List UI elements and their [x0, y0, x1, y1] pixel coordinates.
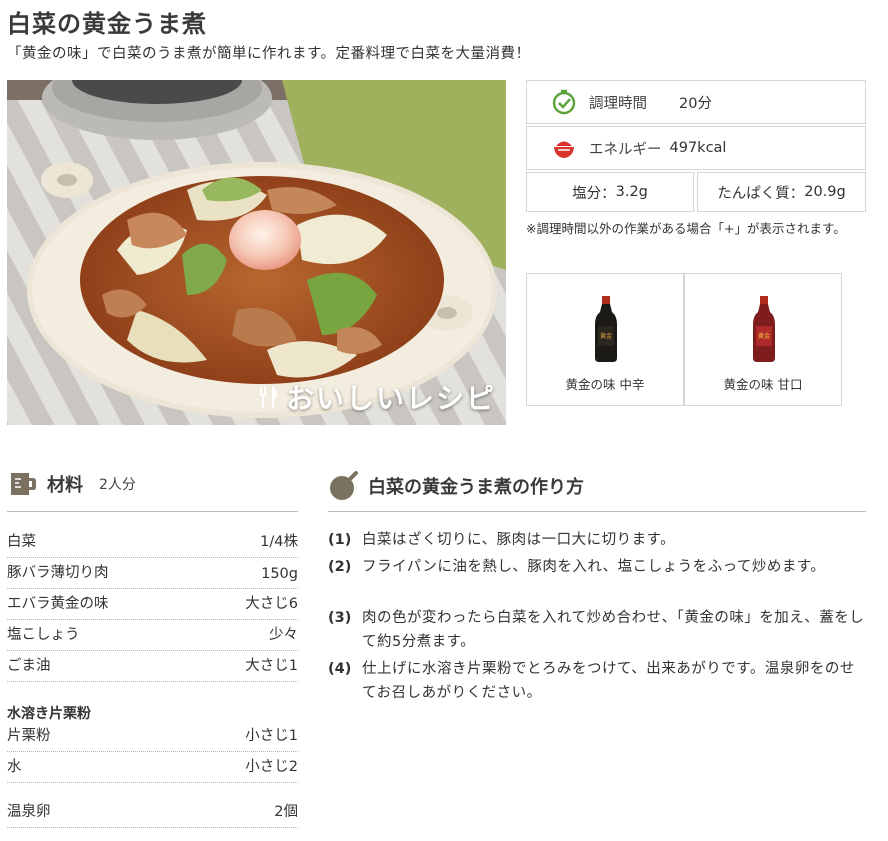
photo-brand-watermark: おいしいレシピ — [258, 377, 496, 417]
step-text: 白菜はざく切りに、豚肉は一口大に切ります。 — [362, 532, 676, 548]
ingredient-amount: 少々 — [269, 627, 298, 643]
product-card-chukara[interactable]: 黄金 黄金の味 中辛 — [526, 273, 684, 406]
ingredient-name: 温泉卵 — [7, 804, 51, 820]
ingredient-row: 白菜 1/4株 — [7, 527, 298, 558]
step-number: (1) — [328, 532, 352, 548]
steps-header: 白菜の黄金うま煮の作り方 — [328, 471, 584, 501]
energy-box: エネルギー 497kcal — [526, 126, 866, 170]
ingredients-header: 材料 2人分 — [7, 471, 136, 497]
product-card-amakuchi[interactable]: 黄金 黄金の味 甘口 — [684, 273, 842, 406]
measuring-cup-icon — [11, 473, 36, 495]
ingredient-amount: 1/4株 — [260, 534, 298, 550]
steps-divider — [328, 511, 866, 512]
ingredients-title: 材料 — [47, 475, 83, 496]
cooking-time-note: ※調理時間以外の作業がある場合「+」が表示されます。 — [526, 221, 846, 236]
ingredient-name: 片栗粉 — [7, 728, 51, 744]
ingredient-name: ごま油 — [7, 658, 51, 674]
energy-label: エネルギー — [589, 141, 662, 158]
fork-knife-icon — [259, 386, 277, 408]
svg-text:黄金: 黄金 — [758, 332, 770, 340]
ingredient-name: エバラ黄金の味 — [7, 596, 109, 612]
ingredient-amount: 小さじ1 — [245, 728, 298, 744]
timer-icon — [552, 89, 576, 115]
ingredient-row: 豚バラ薄切り肉 150g — [7, 558, 298, 589]
ingredient-amount: 大さじ1 — [245, 658, 298, 674]
salt-value: 3.2g — [615, 184, 648, 200]
sauce-bottle-red-icon: 黄金 — [753, 296, 775, 362]
ingredient-row: ごま油 大さじ1 — [7, 651, 298, 682]
ingredient-name: 白菜 — [7, 534, 36, 550]
step-item: (1) 白菜はざく切りに、豚肉は一口大に切ります。 — [328, 528, 868, 552]
cooking-time-label: 調理時間 — [589, 95, 647, 112]
sauce-bottle-black-icon: 黄金 — [595, 296, 617, 362]
step-text: 仕上げに水溶き片栗粉でとろみをつけて、出来あがりです。温泉卵をのせてお召しあがり… — [362, 661, 855, 701]
step-number: (3) — [328, 610, 352, 626]
steps-title: 白菜の黄金うま煮の作り方 — [368, 477, 584, 498]
step-item: (4) 仕上げに水溶き片栗粉でとろみをつけて、出来あがりです。温泉卵をのせてお召… — [328, 657, 868, 705]
step-text: フライパンに油を熱し、豚肉を入れ、塩こしょうをふって炒めます。 — [362, 559, 826, 575]
ingredient-amount: 小さじ2 — [245, 759, 298, 775]
ingredient-amount: 2個 — [274, 804, 298, 820]
energy-value: 497kcal — [669, 140, 727, 156]
protein-label: たんぱく質： — [717, 185, 805, 202]
salt-box: 塩分： 3.2g — [526, 172, 694, 212]
ingredient-group-title: 水溶き片栗粉 — [7, 706, 91, 722]
recipe-photo: おいしいレシピ — [7, 80, 506, 425]
ingredient-row: 塩こしょう 少々 — [7, 620, 298, 651]
step-text: 肉の色が変わったら白菜を入れて炒め合わせ、「黄金の味」を加え、蓋をして約5分煮ま… — [362, 610, 865, 650]
ingredients-divider — [7, 511, 298, 512]
ingredient-amount: 150g — [261, 566, 298, 582]
ingredient-row: エバラ黄金の味 大さじ6 — [7, 589, 298, 620]
cooking-time-box: 調理時間 20分 — [526, 80, 866, 124]
rice-bowl-icon — [554, 141, 574, 158]
ingredient-name: 豚バラ薄切り肉 — [7, 565, 109, 581]
ingredient-name: 水 — [7, 759, 22, 775]
step-item: (2) フライパンに油を熱し、豚肉を入れ、塩こしょうをふって炒めます。 — [328, 555, 868, 603]
product-label-amakuchi[interactable]: 黄金の味 甘口 — [685, 374, 841, 393]
cooking-time-value: 20分 — [679, 95, 712, 112]
ingredient-row: 片栗粉 小さじ1 — [7, 721, 298, 752]
svg-text:黄金: 黄金 — [600, 332, 612, 340]
protein-box: たんぱく質： 20.9g — [697, 172, 866, 212]
page-subtitle: 「黄金の味」で白菜のうま煮が簡単に作れます。定番料理で白菜を大量消費！ — [7, 46, 531, 62]
page-title: 白菜の黄金うま煮 — [7, 10, 207, 38]
ingredients-servings: 2人分 — [99, 477, 136, 493]
ingredient-row: 水 小さじ2 — [7, 752, 298, 783]
protein-value: 20.9g — [804, 184, 846, 200]
product-label-chukara[interactable]: 黄金の味 中辛 — [527, 374, 683, 393]
salt-label: 塩分： — [572, 185, 616, 202]
step-number: (2) — [328, 559, 352, 575]
ingredient-name: 塩こしょう — [7, 627, 80, 643]
step-number: (4) — [328, 661, 352, 677]
step-item: (3) 肉の色が変わったら白菜を入れて炒め合わせ、「黄金の味」を加え、蓋をして約… — [328, 606, 868, 654]
ingredient-row: 温泉卵 2個 — [7, 797, 298, 828]
frying-pan-icon — [330, 471, 358, 500]
ingredient-amount: 大さじ6 — [245, 596, 298, 612]
